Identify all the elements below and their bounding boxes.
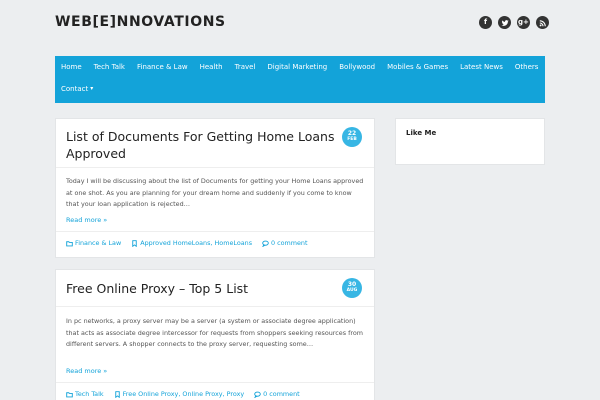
tag-link[interactable]: Proxy xyxy=(227,390,245,398)
tag-link[interactable]: Free Online Proxy xyxy=(123,390,179,398)
tag-link[interactable]: Online Proxy xyxy=(182,390,222,398)
comments-link[interactable]: 0 comment xyxy=(271,239,307,247)
nav-item-mobiles-games[interactable]: Mobiles & Games xyxy=(381,56,454,78)
nav-item-others[interactable]: Others xyxy=(509,56,545,78)
nav-item-health[interactable]: Health xyxy=(194,56,229,78)
category-link[interactable]: Finance & Law xyxy=(75,239,121,247)
date-day: 30 xyxy=(347,281,357,288)
date-badge: 30 AUG xyxy=(342,278,362,298)
folder-icon xyxy=(66,391,73,397)
nav-item-travel[interactable]: Travel xyxy=(229,56,262,78)
post-excerpt: Today I will be discussing about the lis… xyxy=(66,177,364,208)
post-meta: Tech Talk Free Online Proxy, Online Prox… xyxy=(66,390,310,398)
chevron-down-icon: ▾ xyxy=(90,85,94,92)
tag-link[interactable]: HomeLoans xyxy=(215,239,253,247)
nav-item-tech-talk[interactable]: Tech Talk xyxy=(88,56,131,78)
nav-item-finance-law[interactable]: Finance & Law xyxy=(131,56,194,78)
read-more-link[interactable]: Read more » xyxy=(66,216,107,224)
bookmark-icon xyxy=(132,239,137,247)
twitter-icon[interactable] xyxy=(498,16,511,29)
sidebar-widget: Like Me xyxy=(395,118,545,165)
post-card: List of Documents For Getting Home Loans… xyxy=(55,118,375,258)
google-plus-icon[interactable]: g+ xyxy=(517,16,530,29)
site-title[interactable]: WEB[E]NNOVATIONS xyxy=(55,14,226,30)
divider xyxy=(56,382,374,383)
post-card: Free Online Proxy – Top 5 List 30 AUG In… xyxy=(55,269,375,400)
post-title[interactable]: Free Online Proxy – Top 5 List xyxy=(66,280,336,297)
read-more-link[interactable]: Read more » xyxy=(66,367,107,375)
date-month: FEB xyxy=(347,137,357,142)
nav-item-home[interactable]: Home xyxy=(55,56,88,78)
comment-icon xyxy=(262,240,269,247)
tag-link[interactable]: Approved HomeLoans xyxy=(140,239,210,247)
date-badge: 22 FEB xyxy=(342,127,362,147)
social-links: f g+ xyxy=(479,16,549,29)
nav-item-contact[interactable]: Contact ▾ xyxy=(55,78,99,100)
post-title[interactable]: List of Documents For Getting Home Loans… xyxy=(66,128,336,162)
divider xyxy=(56,231,374,232)
comment-icon xyxy=(254,391,261,398)
widget-title: Like Me xyxy=(406,129,437,137)
date-month: AUG xyxy=(346,288,358,293)
nav-item-bollywood[interactable]: Bollywood xyxy=(333,56,381,78)
divider xyxy=(56,306,374,307)
rss-icon[interactable] xyxy=(536,16,549,29)
nav-item-latest-news[interactable]: Latest News xyxy=(454,56,509,78)
comments-link[interactable]: 0 comment xyxy=(263,390,299,398)
post-meta: Finance & Law Approved HomeLoans, HomeLo… xyxy=(66,239,318,247)
divider xyxy=(56,167,374,168)
main-navigation: Home Tech Talk Finance & Law Health Trav… xyxy=(55,56,545,103)
category-link[interactable]: Tech Talk xyxy=(75,390,104,398)
bookmark-icon xyxy=(114,390,120,398)
date-day: 22 xyxy=(347,130,357,137)
nav-item-contact-label: Contact xyxy=(61,85,89,93)
facebook-icon[interactable]: f xyxy=(479,16,492,29)
folder-icon xyxy=(66,240,73,246)
nav-item-digital-marketing[interactable]: Digital Marketing xyxy=(261,56,333,78)
post-excerpt: In pc networks, a proxy server may be a … xyxy=(66,317,363,348)
